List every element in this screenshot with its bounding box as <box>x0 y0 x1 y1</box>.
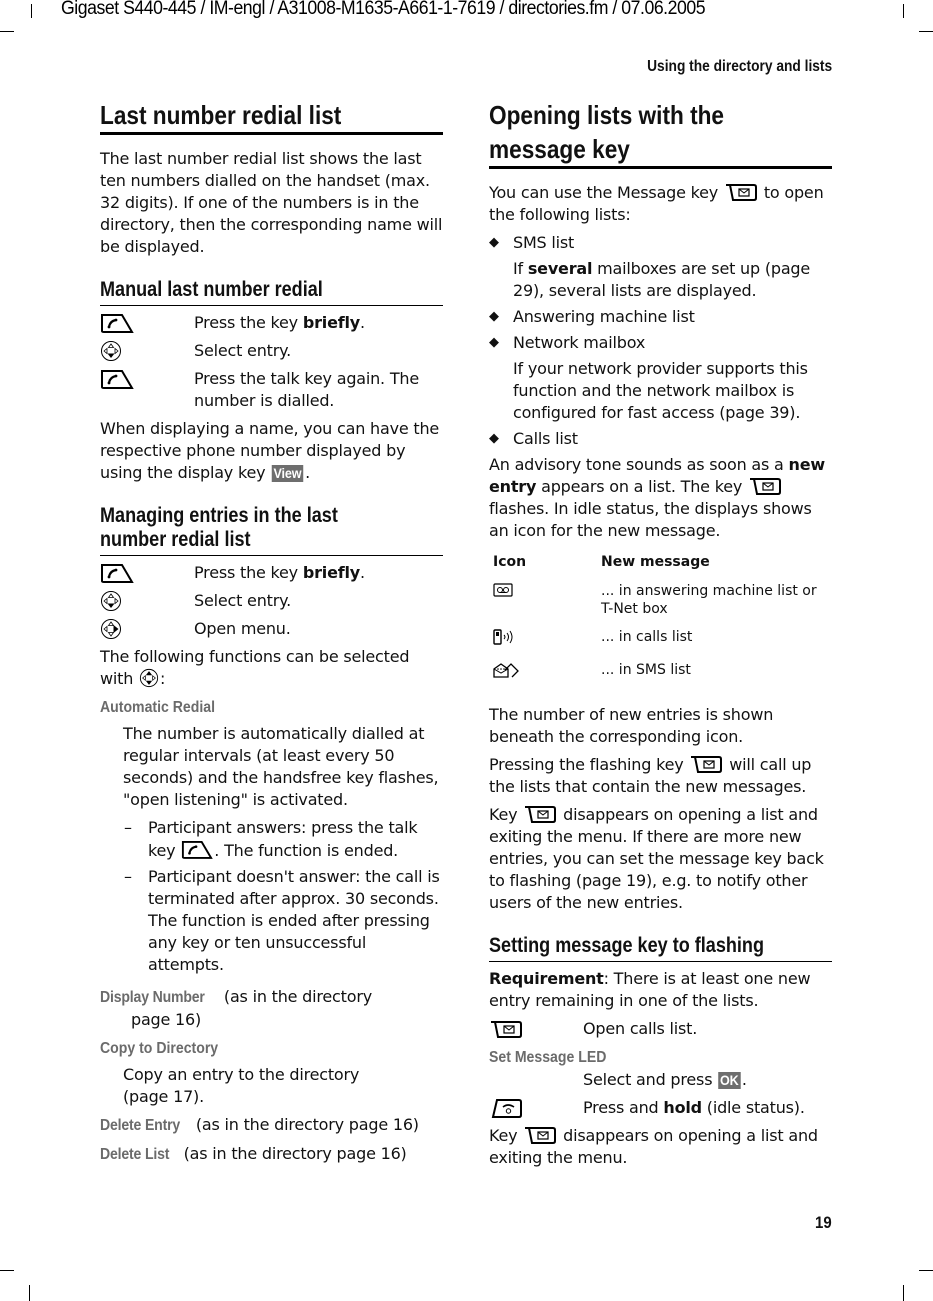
page-number: 19 <box>815 1213 832 1232</box>
final-key-disappears-text: Key disappears on opening a list and exi… <box>489 1125 818 1167</box>
crop-mark <box>919 31 933 32</box>
requirement-text: Requirement: There is at least one new e… <box>489 969 811 1010</box>
display-number-item: Display Number (as in the directory page … <box>100 987 372 1029</box>
step: Open menu. <box>100 618 443 640</box>
talk-key-icon <box>100 562 134 584</box>
table-row: ... in answering machine list or T-Net b… <box>489 578 832 624</box>
message-key-intro: You can use the Message key to open the … <box>489 182 824 224</box>
answering-machine-icon <box>493 583 513 597</box>
list-item: ◆ Answering machine list <box>489 307 695 326</box>
subsection-title-manual-redial: Manual last number redial <box>100 278 323 301</box>
table-row: ... in calls list <box>489 624 832 657</box>
control-key-updown-icon <box>139 668 159 688</box>
menu-item-set-message-led: Set Message LED <box>489 1049 607 1066</box>
functions-intro: The following functions can be selected … <box>100 647 410 688</box>
key-disappears-text: Key disappears on opening a list and exi… <box>489 804 824 912</box>
talk-key-icon <box>100 368 134 390</box>
subsection-title-setting-message-key: Setting message key to flashing <box>489 934 764 957</box>
step: Select entry. <box>100 590 443 612</box>
crop-mark <box>903 4 904 18</box>
message-key-icon <box>689 754 723 774</box>
step: Press the key briefly. <box>100 562 443 584</box>
message-key-icon <box>724 182 758 202</box>
crop-mark <box>903 1285 904 1301</box>
running-title: Using the directory and lists <box>646 58 832 75</box>
table-header-row: Icon New message <box>493 554 710 570</box>
menu-item-automatic-redial: Automatic Redial <box>100 699 216 716</box>
message-key-icon <box>523 1125 557 1145</box>
advisory-tone-text: An advisory tone sounds as soon as a new… <box>489 455 825 540</box>
diamond-bullet-icon: ◆ <box>489 335 499 350</box>
new-entries-count-text: The number of new entries is shown benea… <box>489 705 774 746</box>
step: Press the talk key again. The number is … <box>100 368 443 412</box>
step: Open calls list. <box>489 1018 832 1040</box>
menu-item-display-number: Display Number <box>100 989 205 1006</box>
control-key-down-icon <box>100 340 122 362</box>
dash-item: – Participant doesn't answer: the call i… <box>124 867 440 974</box>
crop-mark <box>0 1270 14 1271</box>
auto-redial-desc: The number is automatically dialled at r… <box>123 724 439 809</box>
end-key-icon <box>489 1097 523 1119</box>
message-key-icon <box>748 476 782 496</box>
message-key-icon <box>523 804 557 824</box>
list-item: ◆ Network mailbox If your network provid… <box>489 333 808 422</box>
view-softkey: View <box>271 465 304 482</box>
control-key-right-icon <box>100 618 122 640</box>
table-row: ... in SMS list <box>489 657 832 690</box>
message-key-icon <box>489 1019 523 1039</box>
menu-item-copy-to-directory: Copy to Directory <box>100 1040 219 1057</box>
step: Press and hold (idle status). <box>489 1097 832 1119</box>
crop-mark <box>29 1285 30 1301</box>
talk-key-icon <box>100 312 134 334</box>
redial-intro: The last number redial list shows the la… <box>100 149 443 256</box>
left-column: Last number redial list The last number … <box>100 98 443 1172</box>
menu-item-delete-list: Delete List <box>100 1146 170 1163</box>
crop-mark <box>31 4 32 18</box>
step: Select entry. <box>100 340 443 362</box>
menu-item-delete-entry: Delete Entry <box>100 1117 181 1134</box>
talk-key-icon <box>181 839 213 860</box>
document-info-header: Gigaset S440-445 / IM-engl / A31008-M163… <box>61 0 706 19</box>
control-key-down-icon <box>100 590 122 612</box>
section-title-opening-lists: Opening lists with the message key <box>489 100 725 164</box>
crop-mark <box>919 1270 933 1271</box>
subsection-title-managing-entries: Managing entries in the last number redia… <box>100 504 338 551</box>
step: Press the key briefly. <box>100 312 443 334</box>
pressing-flashing-key-text: Pressing the flashing key will call up t… <box>489 754 812 796</box>
sms-envelope-icon <box>493 663 519 678</box>
crop-mark <box>0 31 14 32</box>
right-column: Opening lists with the message key You ca… <box>489 98 832 1175</box>
diamond-bullet-icon: ◆ <box>489 235 499 250</box>
diamond-bullet-icon: ◆ <box>489 309 499 324</box>
select-and-press-text: Select and press OK. <box>583 1070 747 1089</box>
list-item: ◆ SMS list If several mailboxes are set … <box>489 233 811 300</box>
dash-item: – Participant answers: press the talk ke… <box>124 818 418 860</box>
new-message-icon-table: Icon New message ... in answering machin… <box>489 548 832 690</box>
view-key-note: When displaying a name, you can have the… <box>100 419 440 482</box>
delete-list-item: Delete List (as in the directory page 16… <box>100 1143 443 1166</box>
section-title-last-number-redial: Last number redial list <box>100 100 342 130</box>
ok-softkey: OK <box>718 1072 741 1089</box>
copy-desc: Copy an entry to the directory (page 17)… <box>123 1065 360 1106</box>
diamond-bullet-icon: ◆ <box>489 431 499 446</box>
missed-call-icon <box>493 629 513 645</box>
delete-entry-item: Delete Entry (as in the directory page 1… <box>100 1114 443 1137</box>
list-item: ◆ Calls list <box>489 429 578 448</box>
